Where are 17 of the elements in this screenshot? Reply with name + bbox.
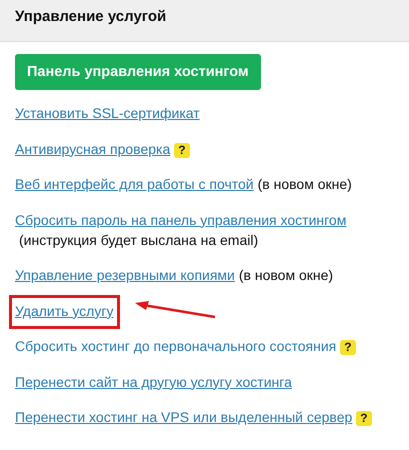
action-link[interactable]: Удалить услугу <box>15 302 114 318</box>
link-note: (в новом окне) <box>238 266 334 285</box>
action-link[interactable]: Перенести сайт на другую услугу хостинга <box>15 374 292 390</box>
action-link[interactable]: Управление резервными копиями <box>15 267 235 283</box>
action-link[interactable]: Веб интерфейс для работы с почтой <box>15 176 254 192</box>
panel-title: Управление услугой <box>15 8 166 25</box>
action-link[interactable]: Антивирусная проверка <box>15 140 170 156</box>
help-badge[interactable]: ? <box>174 142 190 158</box>
action-link[interactable]: Перенести хостинг на VPS или выделенный сервер <box>15 409 352 425</box>
action-link[interactable]: Сбросить хостинг до первоначального состояния <box>15 338 336 354</box>
link-note: (инструкция будет выслана на email) <box>19 230 258 250</box>
hosting-panel-button[interactable]: Панель управления хостингом <box>15 54 261 90</box>
link-note: (в новом окне) <box>258 175 352 194</box>
action-link[interactable]: Сбросить пароль на панель управления хостингом <box>15 212 346 228</box>
help-badge[interactable]: ? <box>340 340 356 355</box>
action-link[interactable]: Установить SSL-сертификат <box>15 105 200 121</box>
help-badge[interactable]: ? <box>356 411 372 426</box>
